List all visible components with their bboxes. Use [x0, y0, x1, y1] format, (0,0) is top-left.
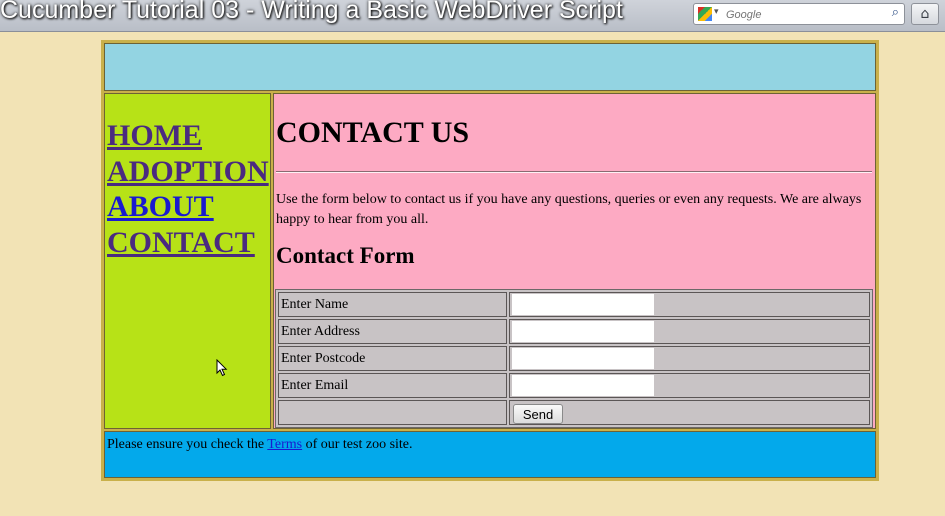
main-content: CONTACT US Use the form below to contact… — [273, 93, 876, 429]
browser-search-input[interactable] — [724, 6, 878, 24]
label-cell: Enter Name — [278, 292, 507, 317]
page-footer: Please ensure you check the Terms of our… — [104, 431, 876, 478]
address-input[interactable] — [512, 321, 654, 342]
page-header — [104, 43, 876, 91]
nav-link-contact[interactable]: CONTACT — [107, 225, 269, 261]
send-button[interactable]: Send — [513, 404, 563, 424]
label-cell: Enter Postcode — [278, 346, 507, 371]
label-cell: Enter Address — [278, 319, 507, 344]
nav-link-about[interactable]: ABOUT — [107, 189, 269, 225]
input-cell — [509, 292, 870, 317]
input-cell — [509, 319, 870, 344]
contact-form: Enter Name Enter Address Enter Postcode … — [275, 289, 873, 428]
footer-text-after: of our test zoo site. — [302, 437, 413, 452]
page-layout-table: HOME ADOPTION ABOUT CONTACT CONTACT US U… — [101, 40, 879, 481]
page-title: CONTACT US — [276, 116, 470, 149]
house-icon[interactable]: ⌂ — [911, 3, 939, 25]
postcode-label: Enter Postcode — [281, 351, 366, 366]
footer-text-before: Please ensure you check the — [107, 437, 268, 452]
chevron-down-icon[interactable]: ▾ — [714, 7, 719, 17]
nav-list: HOME ADOPTION ABOUT CONTACT — [107, 118, 269, 260]
address-label: Enter Address — [281, 324, 360, 339]
input-cell — [509, 373, 870, 398]
terms-link[interactable]: Terms — [267, 437, 302, 452]
postcode-input[interactable] — [512, 348, 654, 369]
nav-link-adoption[interactable]: ADOPTION — [107, 154, 269, 190]
email-input[interactable] — [512, 375, 654, 396]
email-label: Enter Email — [281, 378, 349, 393]
browser-search-box[interactable]: ▾ ⌕ — [693, 3, 905, 25]
google-engine-icon[interactable] — [698, 7, 712, 21]
magnifier-icon[interactable]: ⌕ — [892, 5, 899, 20]
input-cell — [509, 346, 870, 371]
label-cell: Enter Email — [278, 373, 507, 398]
name-input[interactable] — [512, 294, 654, 315]
video-title-overlay: Cucumber Tutorial 03 - Writing a Basic W… — [0, 0, 623, 24]
sidebar-nav: HOME ADOPTION ABOUT CONTACT — [104, 93, 271, 429]
intro-text: Use the form below to contact us if you … — [276, 192, 862, 227]
button-cell: Send — [509, 400, 870, 425]
browser-toolbar: ▾ ⌕ ⌂ Cucumber Tutorial 03 - Writing a B… — [0, 0, 945, 32]
form-heading: Contact Form — [276, 243, 415, 268]
name-label: Enter Name — [281, 297, 349, 312]
nav-link-home[interactable]: HOME — [107, 118, 269, 154]
empty-cell — [278, 400, 507, 425]
footer-note: Please ensure you check the Terms of our… — [107, 437, 413, 453]
divider — [276, 171, 872, 173]
